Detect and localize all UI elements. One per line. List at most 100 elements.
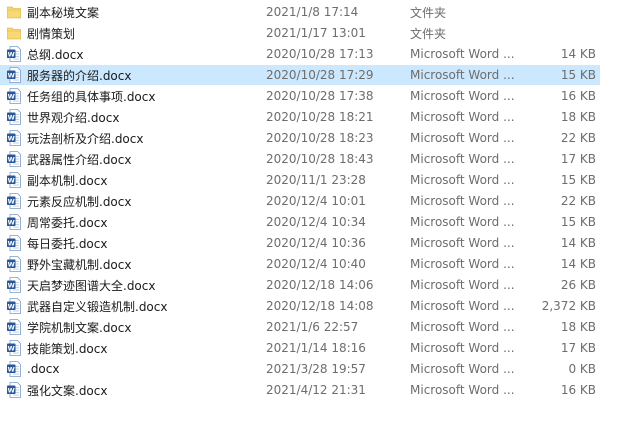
file-size: 18 KB [560,110,596,124]
file-type: Microsoft Word ... [410,152,515,166]
svg-text:W: W [8,386,15,394]
word-document-icon: W [7,130,21,146]
file-modified-date: 2020/12/4 10:01 [266,194,366,208]
file-row[interactable]: W 野外宝藏机制.docx 2020/12/4 10:40 Microsoft Wor… [0,254,600,274]
file-size: 0 KB [568,362,596,376]
word-document-icon: W [7,193,21,209]
file-name: 玩法剖析及介绍.docx [27,131,144,146]
file-name: 每日委托.docx [27,236,108,251]
word-document-icon: W [7,172,21,188]
file-row[interactable]: W 武器自定义锻造机制.docx 2020/12/18 14:08 Microsoft… [0,296,600,316]
file-row[interactable]: 剧情策划 2021/1/17 13:01 文件夹 [0,23,600,43]
file-name: 学院机制文案.docx [27,320,132,335]
svg-text:W: W [8,302,15,310]
word-document-icon: W [7,277,21,293]
file-modified-date: 2020/10/28 18:43 [266,152,374,166]
file-row[interactable]: W 天启梦迹图谱大全.docx 2020/12/18 14:06 Microsoft … [0,275,600,295]
word-document-icon: W [7,235,21,251]
svg-text:W: W [8,197,15,205]
file-type: Microsoft Word ... [410,68,515,82]
file-modified-date: 2020/10/28 17:29 [266,68,374,82]
word-document-icon: W [7,361,21,377]
word-document-icon: W [7,298,21,314]
svg-text:W: W [8,260,15,268]
file-modified-date: 2021/1/17 13:01 [266,26,366,40]
file-row[interactable]: W 强化文案.docx 2021/4/12 21:31 Microsoft Word … [0,380,600,400]
file-row[interactable]: W 服务器的介绍.docx 2020/10/28 17:29 Microsoft Wo… [0,65,600,85]
file-row[interactable]: W 技能策划.docx 2021/1/14 18:16 Microsoft Word … [0,338,600,358]
file-row[interactable]: W 元素反应机制.docx 2020/12/4 10:01 Microsoft Wor… [0,191,600,211]
word-document-icon: W [7,256,21,272]
svg-text:W: W [8,281,15,289]
file-row[interactable]: W .docx 2021/3/28 19:57 Microsoft Word ... 0… [0,359,600,379]
file-size: 14 KB [560,257,596,271]
file-modified-date: 2020/10/28 18:21 [266,110,374,124]
file-type: Microsoft Word ... [410,320,515,334]
file-size: 15 KB [560,173,596,187]
folder-icon [6,4,22,20]
file-name: 副本秘境文案 [27,5,100,20]
file-modified-date: 2021/4/12 21:31 [266,383,366,397]
word-document-icon: W [7,46,21,62]
file-name: .docx [27,362,60,376]
word-document-icon: W [7,88,21,104]
file-row[interactable]: W 武器属性介绍.docx 2020/10/28 18:43 Microsoft Wo… [0,149,600,169]
file-size: 17 KB [560,152,596,166]
file-row[interactable]: 副本秘境文案 2021/1/8 17:14 文件夹 [0,2,600,22]
file-type: Microsoft Word ... [410,131,515,145]
file-name: 天启梦迹图谱大全.docx [27,278,156,293]
file-size: 22 KB [560,194,596,208]
file-name: 周常委托.docx [27,215,108,230]
file-modified-date: 2020/10/28 17:38 [266,89,374,103]
svg-text:W: W [8,113,15,121]
svg-text:W: W [8,50,15,58]
file-type: Microsoft Word ... [410,215,515,229]
file-name: 任务组的具体事项.docx [27,89,156,104]
file-modified-date: 2020/10/28 18:23 [266,131,374,145]
file-row[interactable]: W 每日委托.docx 2020/12/4 10:36 Microsoft Word … [0,233,600,253]
file-type: Microsoft Word ... [410,257,515,271]
svg-text:W: W [8,92,15,100]
file-row[interactable]: W 玩法剖析及介绍.docx 2020/10/28 18:23 Microsoft W… [0,128,600,148]
file-modified-date: 2020/12/18 14:06 [266,278,374,292]
file-modified-date: 2021/1/8 17:14 [266,5,359,19]
file-size: 26 KB [560,278,596,292]
svg-text:W: W [8,344,15,352]
file-name: 强化文案.docx [27,383,108,398]
file-type: Microsoft Word ... [410,383,515,397]
file-list: 副本秘境文案 2021/1/8 17:14 文件夹剧情策划 2021/1/17 13:… [0,0,642,433]
svg-text:W: W [8,239,15,247]
file-size: 15 KB [560,215,596,229]
file-modified-date: 2020/12/18 14:08 [266,299,374,313]
file-type: Microsoft Word ... [410,341,515,355]
file-name: 技能策划.docx [27,341,108,356]
svg-text:W: W [8,71,15,79]
file-modified-date: 2020/11/1 23:28 [266,173,366,187]
file-row[interactable]: W 副本机制.docx 2020/11/1 23:28 Microsoft Word … [0,170,600,190]
file-modified-date: 2020/10/28 17:13 [266,47,374,61]
file-row[interactable]: W 任务组的具体事项.docx 2020/10/28 17:38 Microsoft … [0,86,600,106]
file-row[interactable]: W 总纲.docx 2020/10/28 17:13 Microsoft Word .… [0,44,600,64]
file-row[interactable]: W 周常委托.docx 2020/12/4 10:34 Microsoft Word … [0,212,600,232]
file-size: 18 KB [560,320,596,334]
word-document-icon: W [7,382,21,398]
file-type: Microsoft Word ... [410,278,515,292]
file-name: 世界观介绍.docx [27,110,120,125]
file-row[interactable]: W 学院机制文案.docx 2021/1/6 22:57 Microsoft Word… [0,317,600,337]
file-modified-date: 2021/1/14 18:16 [266,341,366,355]
svg-text:W: W [8,218,15,226]
file-name: 服务器的介绍.docx [27,68,132,83]
file-name: 副本机制.docx [27,173,108,188]
file-name: 武器自定义锻造机制.docx [27,299,168,314]
file-modified-date: 2021/3/28 19:57 [266,362,366,376]
file-type: Microsoft Word ... [410,89,515,103]
file-size: 15 KB [560,68,596,82]
word-document-icon: W [7,214,21,230]
word-document-icon: W [7,67,21,83]
word-document-icon: W [7,109,21,125]
file-type: Microsoft Word ... [410,194,515,208]
file-row[interactable]: W 世界观介绍.docx 2020/10/28 18:21 Microsoft Wor… [0,107,600,127]
file-type: 文件夹 [410,5,447,20]
file-type: Microsoft Word ... [410,299,515,313]
file-type: Microsoft Word ... [410,47,515,61]
